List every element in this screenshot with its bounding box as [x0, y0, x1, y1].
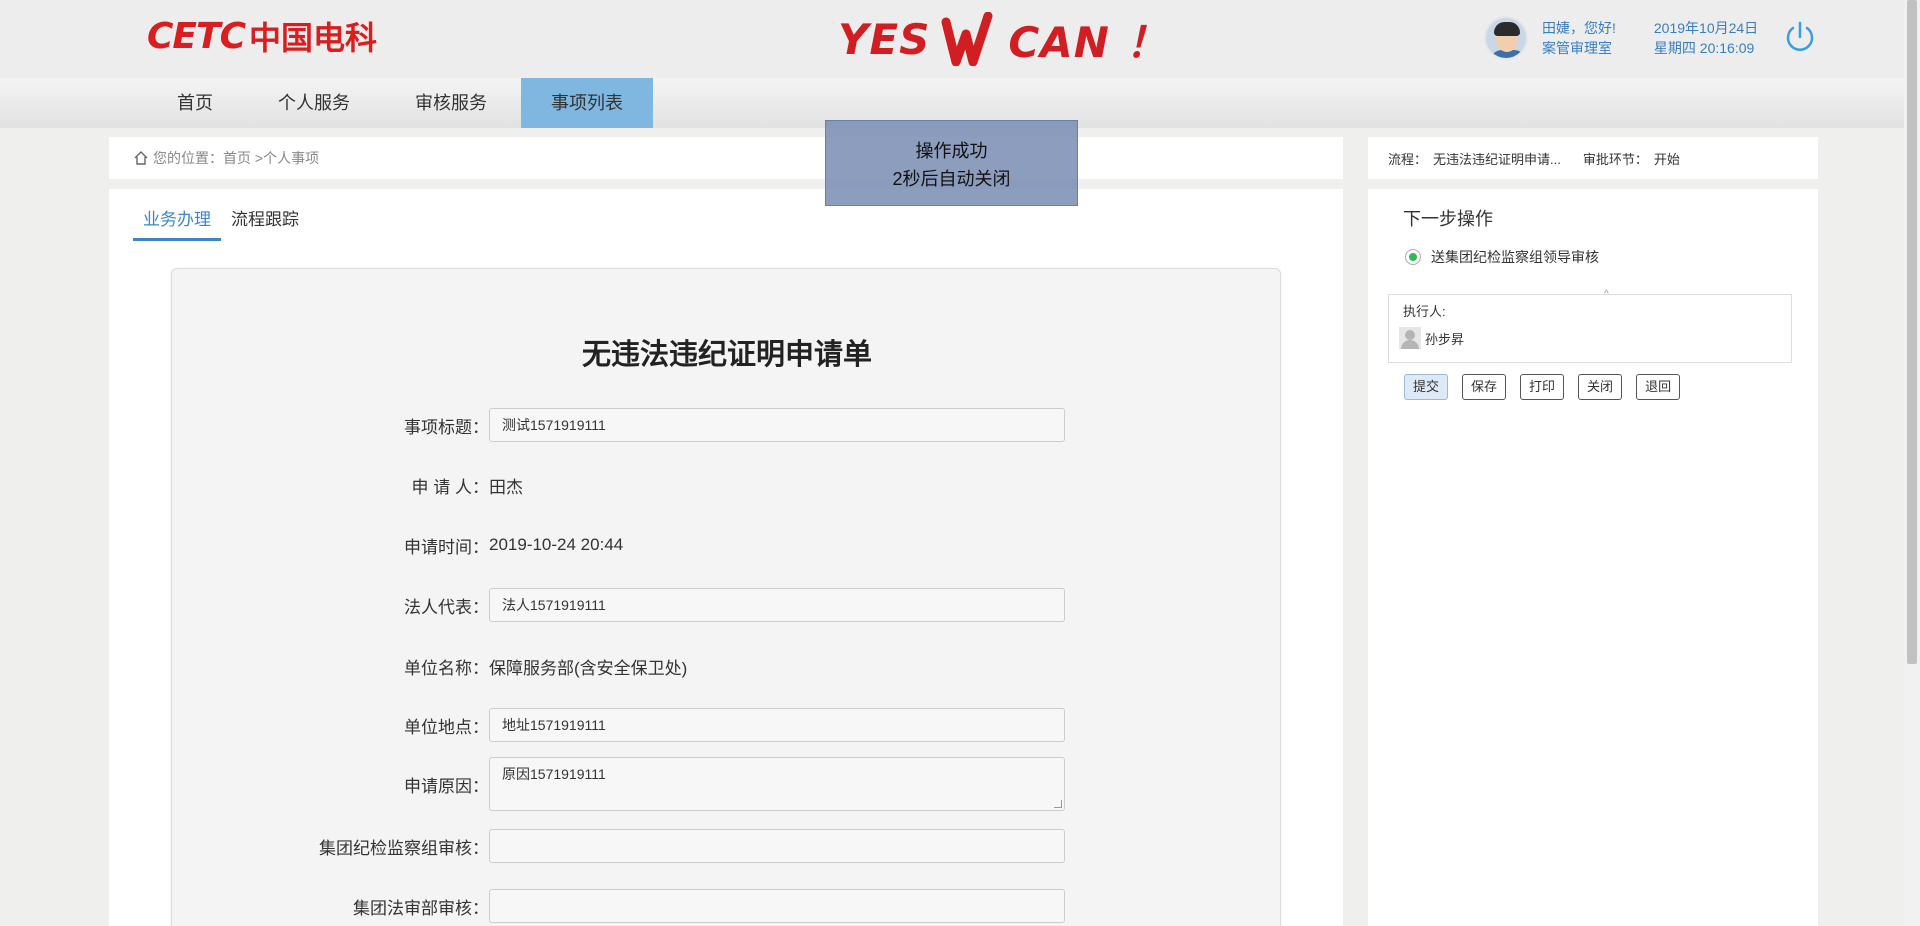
tab-business[interactable]: 业务办理	[133, 203, 221, 241]
unit-name-label: 单位名称：	[404, 658, 489, 678]
logo-latin: CETC	[147, 15, 246, 57]
row-unit-name: 单位名称： 保障服务部(含安全保卫处)	[172, 648, 1282, 684]
save-button[interactable]: 保存	[1462, 374, 1507, 400]
row-group-legal: 集团法审部审核：	[172, 888, 1282, 924]
executor-person[interactable]: 孙步昇	[1399, 327, 1464, 349]
cetc-logo[interactable]: CETC 中国电科	[147, 15, 378, 58]
applicant-label: 申 请 人：	[411, 477, 489, 497]
group-discipline-input[interactable]	[489, 829, 1065, 863]
group-legal-label: 集团法审部审核：	[353, 898, 489, 918]
step-value: 开始	[1653, 151, 1680, 167]
resize-handle-icon[interactable]	[1054, 800, 1062, 808]
breadcrumb: 您的位置：首页 >个人事项	[109, 137, 1343, 179]
reason-textarea[interactable]: 原因1571919111	[489, 757, 1065, 811]
row-subject: 事项标题： 测试1571919111	[172, 407, 1282, 443]
nav-item-review-service[interactable]: 审核服务	[405, 78, 497, 128]
page-scrollbar[interactable]	[1904, 0, 1920, 926]
w-mark-icon	[941, 12, 993, 66]
user-department: 案管审理室	[1542, 40, 1612, 56]
nav-item-home[interactable]: 首页	[165, 78, 225, 128]
slogan-left: YES	[838, 14, 931, 64]
power-icon[interactable]	[1783, 20, 1817, 54]
next-step-title: 下一步操作	[1403, 209, 1493, 229]
next-step-panel: 下一步操作 送集团纪检监察组领导审核 ^ 执行人: 孙步昇 提交 保存 打印 关…	[1368, 189, 1818, 926]
unit-name-value: 保障服务部(含安全保卫处)	[489, 658, 688, 678]
next-step-option-label: 送集团纪检监察组领导审核	[1431, 249, 1599, 265]
action-buttons: 提交 保存 打印 关闭 退回	[1404, 374, 1694, 400]
tab-bar: 业务办理 流程跟踪	[133, 203, 309, 241]
subject-label: 事项标题：	[404, 417, 489, 437]
unit-location-input[interactable]: 地址1571919111	[489, 708, 1065, 742]
legal-rep-input[interactable]: 法人1571919111	[489, 588, 1065, 622]
form-card: 无违法违纪证明申请单 事项标题： 测试1571919111 申 请 人： 田杰 …	[171, 268, 1281, 926]
form-title: 无违法违纪证明申请单	[581, 337, 872, 371]
tab-process-tracking[interactable]: 流程跟踪	[221, 203, 309, 241]
legal-rep-label: 法人代表：	[404, 597, 489, 617]
user-greeting: 田婕，您好!	[1542, 20, 1616, 36]
reason-label: 申请原因：	[404, 776, 489, 796]
breadcrumb-text: 您的位置：首页 >个人事项	[153, 150, 320, 166]
toast-message: 操作成功	[915, 141, 988, 161]
main-panel: 业务办理 流程跟踪 无违法违纪证明申请单 事项标题： 测试1571919111 …	[109, 189, 1343, 926]
scrollbar-thumb[interactable]	[1907, 0, 1917, 664]
nav-item-personal-service[interactable]: 个人服务	[268, 78, 360, 128]
home-icon[interactable]	[133, 150, 149, 166]
row-apply-time: 申请时间： 2019-10-24 20:44	[172, 527, 1282, 563]
group-legal-input[interactable]	[489, 889, 1065, 923]
flow-label: 流程：	[1388, 151, 1428, 167]
user-info: 田婕，您好! 案管审理室	[1542, 18, 1616, 58]
return-button[interactable]: 退回	[1636, 374, 1681, 400]
applicant-value: 田杰	[489, 477, 523, 497]
reason-text: 原因1571919111	[502, 766, 606, 782]
flow-value: 无违法违纪证明申请...	[1433, 151, 1561, 167]
row-reason: 申请原因： 原因1571919111	[172, 756, 1282, 812]
user-avatar[interactable]	[1484, 16, 1528, 60]
unit-location-label: 单位地点：	[404, 717, 489, 737]
step-label: 审批环节：	[1582, 151, 1648, 167]
nav-item-task-list[interactable]: 事项列表	[521, 78, 653, 128]
apply-time-label: 申请时间：	[404, 537, 489, 557]
date-label: 2019年10月24日	[1653, 20, 1759, 36]
user-area: 田婕，您好! 案管审理室 2019年10月24日 星期四 20:16:09	[1484, 15, 1758, 61]
print-button[interactable]: 打印	[1520, 374, 1565, 400]
apply-time-value: 2019-10-24 20:44	[489, 535, 624, 554]
row-group-discipline: 集团纪检监察组审核：	[172, 828, 1282, 864]
subject-input[interactable]: 测试1571919111	[489, 408, 1065, 442]
row-unit-location: 单位地点： 地址1571919111	[172, 707, 1282, 743]
close-button[interactable]: 关闭	[1578, 374, 1623, 400]
submit-button[interactable]: 提交	[1404, 374, 1449, 400]
executor-name: 孙步昇	[1425, 331, 1465, 347]
executor-box: ^ 执行人: 孙步昇	[1388, 289, 1792, 363]
person-icon	[1399, 327, 1421, 349]
success-toast: 操作成功 2秒后自动关闭	[825, 120, 1078, 206]
slogan-right: CAN ！	[1008, 17, 1169, 67]
row-legal-rep: 法人代表： 法人1571919111	[172, 587, 1282, 623]
caret-up-icon: ^	[1604, 289, 1609, 300]
weekday-time-label: 星期四 20:16:09	[1653, 40, 1755, 56]
toast-countdown: 2秒后自动关闭	[892, 169, 1011, 189]
datetime: 2019年10月24日 星期四 20:16:09	[1654, 18, 1758, 58]
header: CETC 中国电科 YES CAN ！ 田婕，您好! 案管审理室 2019年10…	[0, 0, 1920, 78]
process-info-bar: 流程： 无违法违纪证明申请... 审批环节： 开始	[1368, 137, 1818, 179]
executor-label: 执行人:	[1403, 304, 1446, 319]
slogan: YES CAN ！	[838, 12, 1168, 67]
group-discipline-label: 集团纪检监察组审核：	[319, 838, 489, 858]
logo-chinese: 中国电科	[249, 19, 378, 57]
radio-selected-icon[interactable]	[1405, 249, 1421, 265]
row-applicant: 申 请 人： 田杰	[172, 467, 1282, 503]
next-step-option[interactable]: 送集团纪检监察组领导审核	[1405, 247, 1599, 267]
